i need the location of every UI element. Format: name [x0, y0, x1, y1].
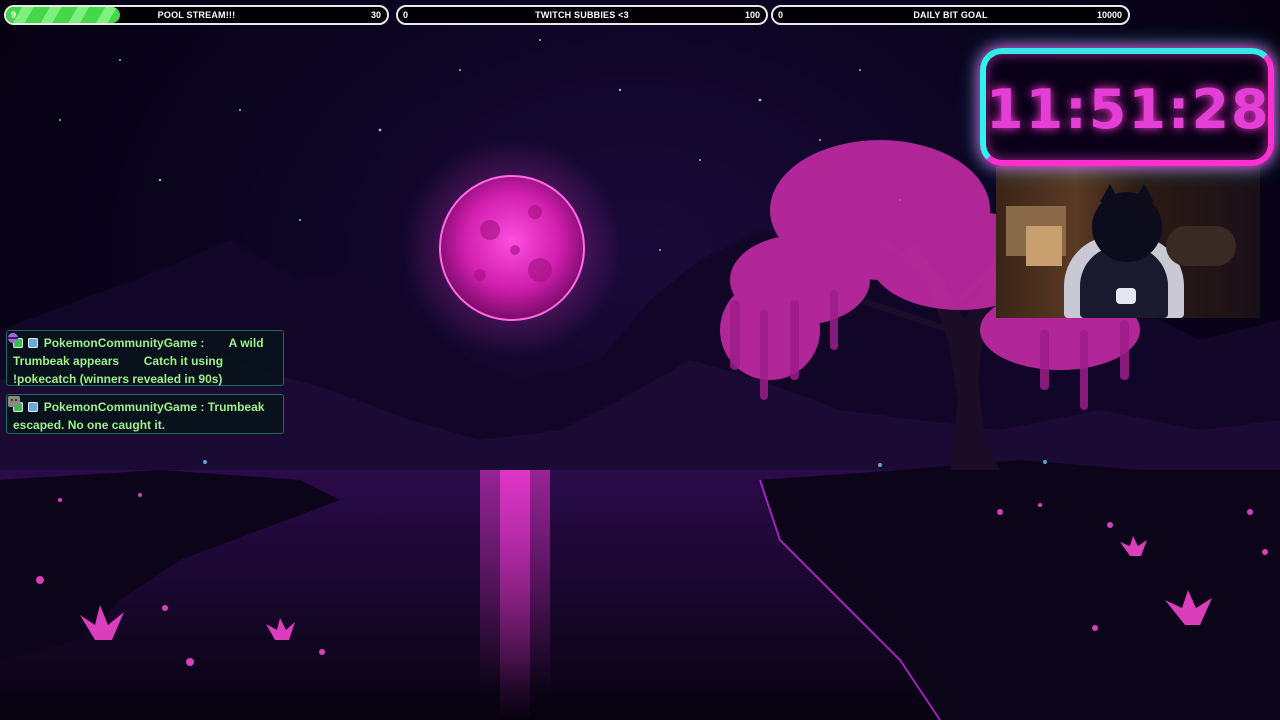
goal-bar-daily-bit-goal: 0 DAILY BIT GOAL 10000	[771, 5, 1130, 25]
bot-badge-icon	[28, 402, 39, 412]
goal-target-value: 30	[370, 10, 381, 20]
chat-username: PokemonCommunityGame	[43, 400, 198, 414]
chat-separator: :	[197, 400, 205, 414]
stream-overlay: 9 POOL STREAM!!! 30 0 TWITCH SUBBIES <3 …	[0, 0, 1280, 720]
cat-logo-icon	[1116, 288, 1136, 304]
goal-target-value: 10000	[1096, 10, 1122, 20]
streamer	[1092, 192, 1162, 262]
pokeball-emote-icon	[8, 333, 223, 349]
timer-value: 11:51:28	[986, 78, 1271, 141]
goal-title: POOL STREAM!!!	[157, 10, 236, 20]
chat-message: PokemonCommunityGame : Trumbeak escaped.…	[6, 394, 284, 434]
chat-separator: :	[197, 336, 205, 350]
countdown-timer: 11:51:28	[980, 48, 1274, 166]
goal-bar-pool-stream: 9 POOL STREAM!!! 30	[4, 5, 389, 25]
goal-target-value: 100	[744, 10, 760, 20]
webcam-feed	[996, 166, 1260, 318]
goal-bar-twitch-subbies: 0 TWITCH SUBBIES <3 100	[396, 5, 768, 25]
pokeball-emote-icon	[8, 333, 137, 367]
chat-username: PokemonCommunityGame	[43, 336, 198, 350]
goal-title: DAILY BIT GOAL	[913, 10, 988, 20]
bot-badge-icon	[28, 338, 39, 348]
goal-title: TWITCH SUBBIES <3	[535, 10, 629, 20]
sad-emote-icon	[8, 396, 183, 431]
chat-message: PokemonCommunityGame : A wild Trumbeak a…	[6, 330, 284, 386]
